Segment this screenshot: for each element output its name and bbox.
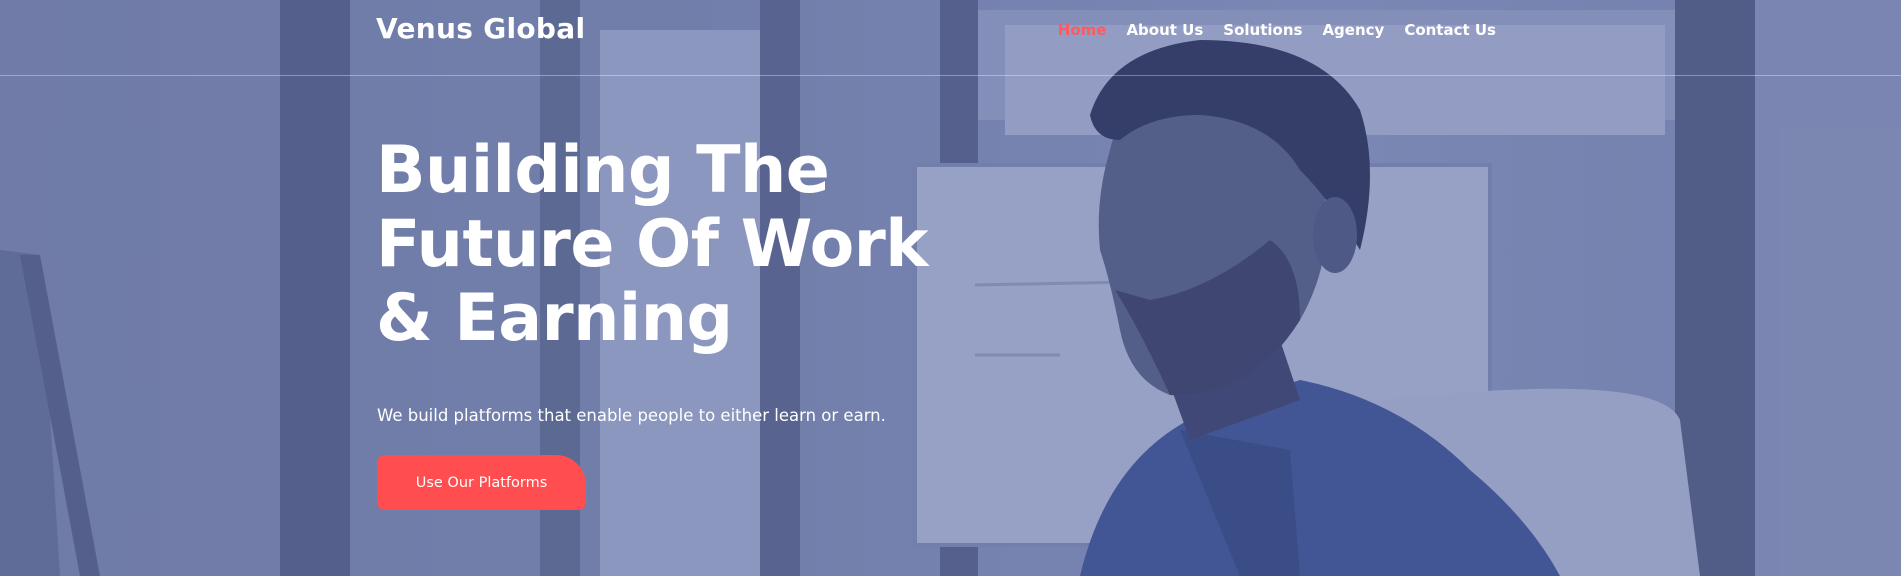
main-nav: Home About Us Solutions Agency Contact U… <box>1058 21 1496 39</box>
site-header: Venus Global Home About Us Solutions Age… <box>0 0 1901 76</box>
nav-item-solutions[interactable]: Solutions <box>1223 21 1302 39</box>
hero-section: Venus Global Home About Us Solutions Age… <box>0 0 1901 576</box>
hero-headline-line-1: Building The <box>376 133 830 208</box>
hero-headline: Building The Future Of Work & Earning <box>376 134 996 356</box>
hero-headline-line-2: Future Of Work <box>376 207 929 282</box>
nav-item-contact-us[interactable]: Contact Us <box>1404 21 1496 39</box>
hero-subtitle: We build platforms that enable people to… <box>377 406 886 425</box>
nav-item-agency[interactable]: Agency <box>1322 21 1384 39</box>
nav-item-home[interactable]: Home <box>1058 21 1107 39</box>
use-our-platforms-button[interactable]: Use Our Platforms <box>377 455 586 510</box>
brand-logo[interactable]: Venus Global <box>376 12 585 45</box>
nav-item-about-us[interactable]: About Us <box>1126 21 1203 39</box>
hero-headline-line-3: & Earning <box>376 281 733 356</box>
